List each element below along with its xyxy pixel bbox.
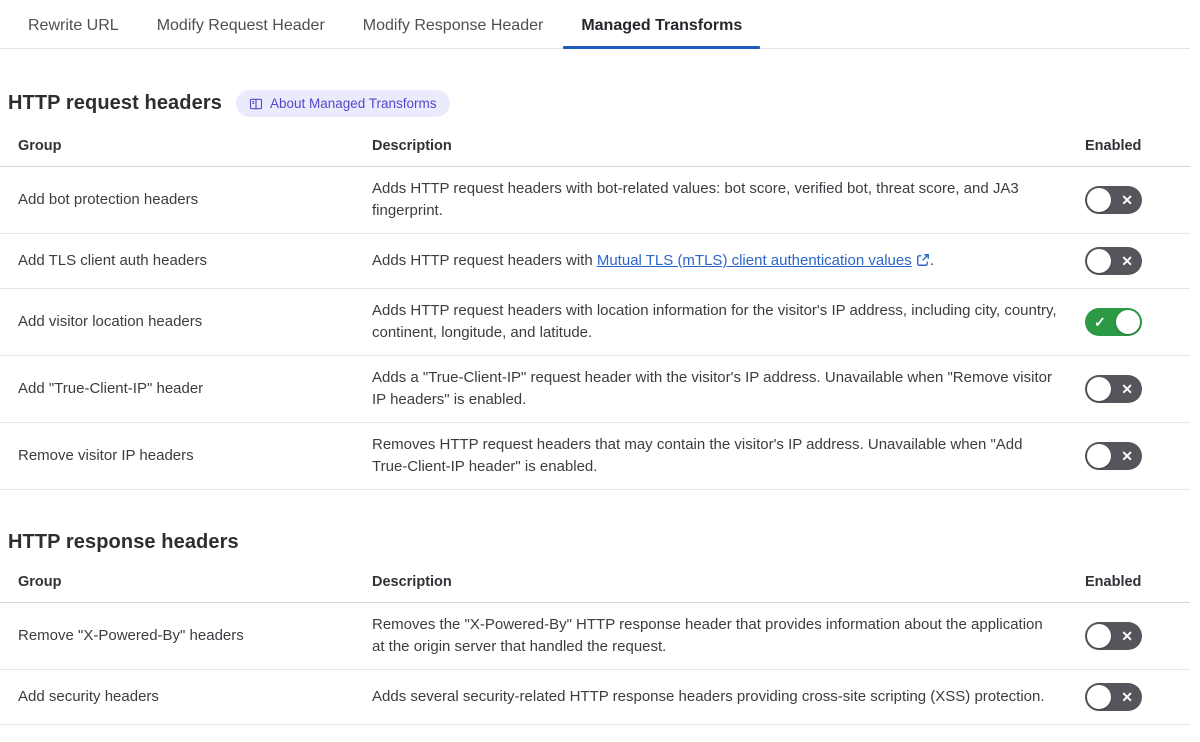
check-icon: ✓ [1094, 314, 1106, 330]
enabled-toggle[interactable]: ✓ ✕ [1085, 442, 1142, 470]
tab-rewrite-url[interactable]: Rewrite URL [10, 3, 137, 48]
group-cell: Add visitor location headers [18, 313, 203, 330]
x-icon: ✕ [1121, 253, 1133, 269]
response-headers-section: HTTP response headers Group Description … [0, 531, 1190, 725]
table-header-row: Group Description Enabled [0, 130, 1190, 167]
column-header-group: Group [18, 574, 62, 590]
response-headers-table: Group Description Enabled Remove "X-Powe… [0, 566, 1190, 725]
managed-transforms-page: Rewrite URL Modify Request Header Modify R… [0, 0, 1200, 742]
x-icon: ✕ [1121, 689, 1133, 705]
column-header-description: Description [372, 574, 452, 590]
mtls-link[interactable]: Mutual TLS (mTLS) client authentication … [597, 252, 912, 269]
table-row: Add security headers Adds several securi… [0, 670, 1190, 725]
toggle-knob [1087, 444, 1111, 468]
request-headers-table: Group Description Enabled Add bot protec… [0, 130, 1190, 490]
enabled-toggle[interactable]: ✓ ✕ [1085, 375, 1142, 403]
response-headers-title: HTTP response headers [8, 531, 239, 553]
x-icon: ✕ [1121, 448, 1133, 464]
enabled-toggle[interactable]: ✓ ✕ [1085, 683, 1142, 711]
group-cell: Remove visitor IP headers [18, 447, 194, 464]
badge-label: About Managed Transforms [269, 96, 437, 111]
toggle-knob [1087, 249, 1111, 273]
table-header-row: Group Description Enabled [0, 566, 1190, 603]
table-row: Add bot protection headers Adds HTTP req… [0, 167, 1190, 234]
group-cell: Add security headers [18, 688, 159, 705]
x-icon: ✕ [1121, 192, 1133, 208]
table-row: Remove "X-Powered-By" headers Removes th… [0, 603, 1190, 670]
x-icon: ✕ [1121, 381, 1133, 397]
enabled-toggle[interactable]: ✓ ✕ [1085, 308, 1142, 336]
enabled-toggle[interactable]: ✓ ✕ [1085, 186, 1142, 214]
group-cell: Add "True-Client-IP" header [18, 380, 204, 397]
table-row: Add TLS client auth headers Adds HTTP re… [0, 234, 1190, 289]
request-headers-title: HTTP request headers [8, 92, 222, 114]
group-cell: Add TLS client auth headers [18, 252, 208, 269]
toggle-knob [1087, 188, 1111, 212]
description-cell: Adds HTTP request headers with bot-relat… [372, 180, 1019, 219]
toggle-knob [1116, 310, 1140, 334]
description-cell: Adds HTTP request headers with Mutual TL… [372, 252, 934, 269]
column-header-enabled: Enabled [1085, 574, 1142, 590]
tab-managed-transforms[interactable]: Managed Transforms [563, 3, 761, 49]
column-header-group: Group [18, 138, 62, 154]
group-cell: Remove "X-Powered-By" headers [18, 627, 244, 644]
description-cell: Adds a "True-Client-IP" request header w… [372, 369, 1052, 408]
description-cell: Removes HTTP request headers that may co… [372, 436, 1023, 475]
column-header-enabled: Enabled [1085, 138, 1142, 154]
external-link-icon [916, 254, 929, 266]
toggle-knob [1087, 377, 1111, 401]
about-managed-transforms-badge[interactable]: About Managed Transforms [235, 90, 450, 117]
table-row: Add visitor location headers Adds HTTP r… [0, 289, 1190, 356]
enabled-toggle[interactable]: ✓ ✕ [1085, 247, 1142, 275]
tab-bar: Rewrite URL Modify Request Header Modify R… [0, 0, 1190, 49]
enabled-toggle[interactable]: ✓ ✕ [1085, 622, 1142, 650]
book-icon [249, 97, 263, 111]
tab-modify-response-header[interactable]: Modify Response Header [345, 3, 562, 48]
toggle-knob [1087, 685, 1111, 709]
column-header-description: Description [372, 138, 452, 154]
toggle-knob [1087, 624, 1111, 648]
group-cell: Add bot protection headers [18, 191, 199, 208]
tab-modify-request-header[interactable]: Modify Request Header [139, 3, 343, 48]
description-cell: Removes the "X-Powered-By" HTTP response… [372, 616, 1043, 655]
table-row: Remove visitor IP headers Removes HTTP r… [0, 423, 1190, 490]
description-cell: Adds HTTP request headers with location … [372, 302, 1057, 341]
table-row: Add "True-Client-IP" header Adds a "True… [0, 356, 1190, 423]
request-headers-section: HTTP request headers About Managed Trans… [0, 90, 1190, 490]
description-cell: Adds several security-related HTTP respo… [372, 688, 1045, 705]
x-icon: ✕ [1121, 628, 1133, 644]
